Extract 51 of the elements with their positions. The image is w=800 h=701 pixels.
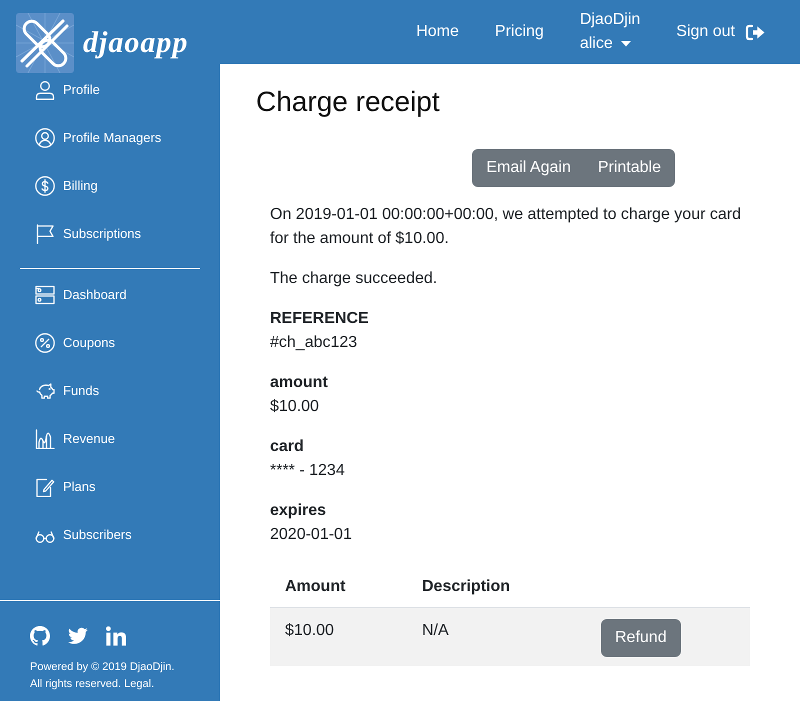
sidebar-item[interactable]: Plans <box>35 470 96 504</box>
sign-out-link[interactable]: Sign out <box>658 20 783 44</box>
receipt-message: On 2019-01-01 00:00:00+00:00, we attempted to charge your card for the amount of $10.00. <box>270 204 742 249</box>
bird-icon[interactable] <box>68 626 88 646</box>
page-title: Charge receipt <box>256 85 441 119</box>
percent-circle-icon <box>35 333 55 353</box>
detail-label: expires <box>270 500 328 521</box>
person-circle-icon <box>35 128 55 148</box>
person-icon <box>35 80 55 100</box>
refund-button[interactable]: Refund <box>601 618 681 657</box>
sidebar-item[interactable]: Profile <box>35 73 100 107</box>
logo-icon <box>16 13 74 73</box>
status-message: The charge succeeded. <box>270 268 438 289</box>
detail-label: card <box>270 436 305 457</box>
github-icon[interactable] <box>30 626 50 646</box>
sidebar-item[interactable]: Subscribers <box>35 518 132 552</box>
linkedin-icon[interactable] <box>106 626 126 646</box>
dollar-circle-icon <box>35 176 55 196</box>
line-chart-icon <box>35 429 55 449</box>
caret-icon <box>620 41 631 47</box>
brand-name[interactable]: djaoapp <box>83 28 188 58</box>
detail-value: 2020-01-01 <box>270 524 353 545</box>
column-header: Description <box>407 566 586 608</box>
sidebar-item[interactable]: Funds <box>35 374 100 408</box>
detail-label: amount <box>270 372 329 393</box>
sign-out-icon <box>745 24 765 40</box>
sidebar-item[interactable]: Billing <box>35 169 98 203</box>
sidebar-item[interactable]: Profile Managers <box>35 121 162 155</box>
table-cell: $10.00 <box>270 607 407 666</box>
rights-text: All rights reserved. <box>30 678 122 690</box>
printable-button[interactable]: Printable <box>584 148 675 187</box>
sidebar-item[interactable]: Coupons <box>35 326 116 360</box>
detail-label: REFERENCE <box>270 308 370 329</box>
edit-note-icon <box>35 477 55 497</box>
email-again-button[interactable]: Email Again <box>472 148 585 187</box>
sidebar-item[interactable]: Subscriptions <box>35 217 142 251</box>
nav-link[interactable]: Pricing <box>476 20 562 44</box>
nav-link[interactable]: Home <box>398 20 477 44</box>
detail-value: $10.00 <box>270 396 320 417</box>
server-icon <box>35 285 55 305</box>
column-header: Amount <box>270 566 407 608</box>
copyright-text: Powered by © 2019 DjaoDjin. <box>30 661 174 673</box>
flag-icon <box>35 224 55 244</box>
detail-value: #ch_abc123 <box>270 332 358 353</box>
legal-link[interactable]: Legal. <box>124 678 154 690</box>
sidebar-item[interactable]: Dashboard <box>35 278 127 312</box>
table-cell: N/A <box>407 607 586 666</box>
piggy-bank-icon <box>35 381 55 401</box>
sidebar-item[interactable]: Revenue <box>35 422 116 456</box>
account-dropdown[interactable]: DjaoDjin alice <box>562 8 658 56</box>
detail-value: **** - 1234 <box>270 460 346 481</box>
